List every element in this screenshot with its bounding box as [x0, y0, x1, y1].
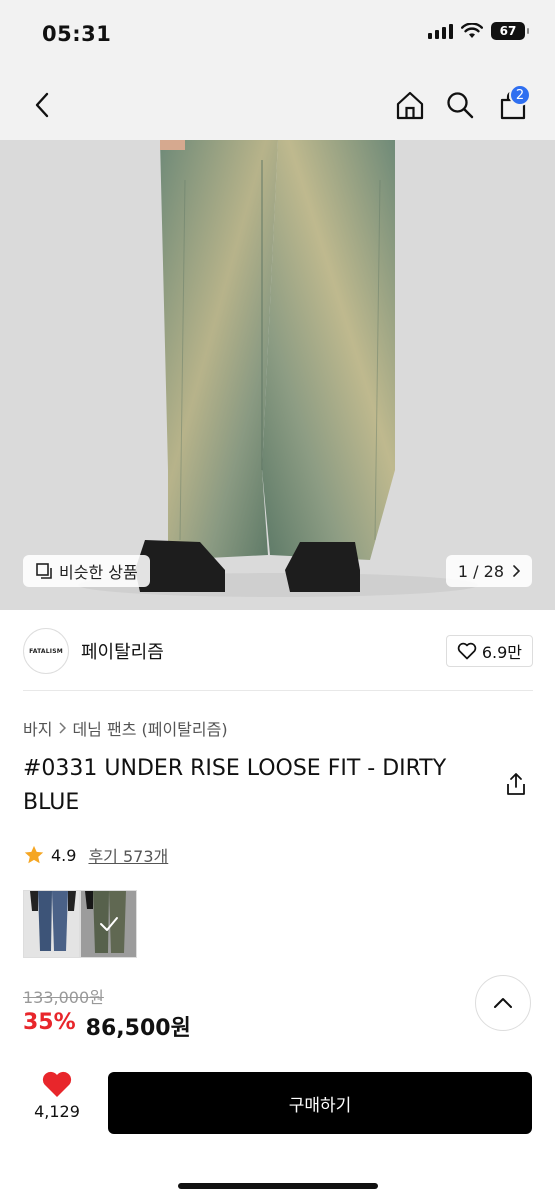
brand-like-button[interactable]: 6.9만: [445, 635, 533, 667]
rating-row: 4.9 후기 573개: [23, 843, 168, 867]
search-icon: [447, 92, 474, 119]
breadcrumb-item[interactable]: 데님 팬츠 (페이탈리즘): [72, 716, 227, 740]
check-icon: [99, 917, 118, 931]
battery-indicator: 67: [491, 22, 529, 40]
buy-button[interactable]: 구매하기: [108, 1072, 532, 1134]
breadcrumb-item[interactable]: 바지: [23, 716, 52, 740]
rating-value: 4.9: [51, 845, 77, 865]
section-divider: [23, 690, 533, 691]
color-option-blue[interactable]: [23, 890, 80, 958]
product-photo: [0, 140, 555, 610]
brand-like-count: 6.9만: [481, 643, 522, 662]
scroll-to-top-button[interactable]: [475, 975, 531, 1031]
cart-button[interactable]: 2: [492, 70, 534, 140]
original-price: 133,000원: [23, 988, 104, 1007]
wishlist-button[interactable]: 4,129: [22, 1070, 92, 1121]
home-icon: [396, 91, 424, 120]
search-button[interactable]: [440, 70, 480, 140]
product-image-carousel[interactable]: 비슷한 상품 1 / 28: [0, 140, 555, 610]
back-button[interactable]: [22, 70, 62, 140]
heart-filled-icon: [42, 1071, 72, 1097]
chevron-right-icon: [59, 722, 67, 734]
color-option-dirty-blue[interactable]: [80, 890, 137, 958]
bottom-action-bar: 4,129 구매하기: [0, 1060, 555, 1200]
product-title: #0331 UNDER RISE LOOSE FIT - DIRTY BLUE: [23, 756, 447, 815]
brand-logo[interactable]: FATALISM: [23, 628, 69, 674]
wishlist-count: 4,129: [34, 1102, 80, 1121]
breadcrumb: 바지 데님 팬츠 (페이탈리즘): [23, 716, 228, 740]
top-nav-bar: 2: [0, 70, 555, 140]
wifi-icon: [461, 23, 483, 38]
status-icons: 67: [428, 22, 529, 40]
brand-name[interactable]: 페이탈리즘: [81, 638, 164, 664]
discount-rate: 35%: [23, 1010, 76, 1035]
chevron-up-icon: [494, 998, 512, 1008]
star-icon: [24, 845, 44, 864]
chevron-right-icon: [513, 565, 520, 577]
similar-icon: [36, 563, 52, 579]
color-options: [23, 890, 137, 958]
cart-count-badge: 2: [509, 84, 531, 106]
back-icon: [35, 92, 49, 118]
share-button[interactable]: [505, 772, 529, 798]
image-counter-button[interactable]: 1 / 28: [445, 555, 532, 587]
status-bar: 05:31 67: [0, 0, 555, 70]
price-row: 35% 86,500원: [23, 1010, 191, 1042]
sale-price: 86,500원: [85, 1016, 191, 1041]
similar-products-label: 비슷한 상품: [59, 563, 138, 582]
home-indicator: [178, 1183, 378, 1189]
cellular-signal-icon: [428, 23, 453, 39]
selected-overlay: [81, 891, 136, 957]
swatch-image-blue: [24, 891, 79, 957]
heart-outline-icon: [457, 642, 477, 660]
home-button[interactable]: [390, 70, 430, 140]
similar-products-button[interactable]: 비슷한 상품: [23, 555, 150, 587]
brand-row[interactable]: FATALISM 페이탈리즘 6.9만: [23, 626, 533, 676]
status-time: 05:31: [42, 22, 112, 46]
review-link[interactable]: 후기 573개: [88, 843, 168, 867]
image-counter: 1 / 28: [457, 561, 504, 581]
share-icon: [507, 773, 525, 795]
